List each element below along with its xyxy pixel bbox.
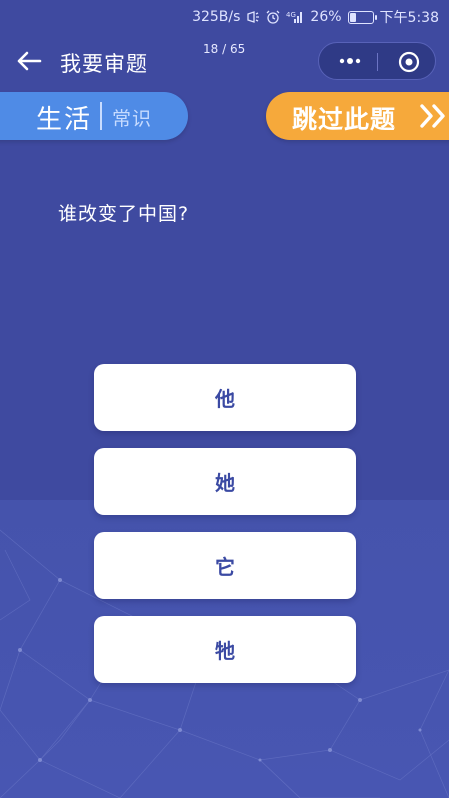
category-main: 生活 [36, 105, 93, 135]
back-arrow-icon[interactable] [16, 50, 42, 72]
clock: 下午5:38 [379, 10, 439, 26]
skip-question-button[interactable]: 跳过此题 [266, 92, 449, 140]
answer-option-1[interactable]: 他 [94, 364, 356, 431]
answer-option-4[interactable]: 牠 [94, 616, 356, 683]
close-target-icon[interactable] [397, 50, 421, 74]
battery-icon [347, 10, 377, 24]
more-icon[interactable] [337, 52, 363, 70]
answer-option-3[interactable]: 它 [94, 532, 356, 599]
category-sub: 常识 [112, 108, 153, 130]
answer-list: 他 她 它 牠 [94, 364, 356, 700]
page-title: 我要审题 [60, 52, 148, 76]
alarm-icon [266, 10, 280, 24]
capsule-divider [377, 53, 378, 71]
status-bar: 325B/s 4G 26% 下午5:38 [0, 0, 449, 34]
battery-percent: 26% [310, 9, 342, 25]
signal-icon: 4G [286, 10, 304, 24]
category-divider [100, 102, 102, 130]
svg-text:4G: 4G [286, 11, 296, 19]
mini-program-capsule [318, 42, 436, 80]
network-speed: 325B/s [192, 9, 241, 25]
answer-option-2[interactable]: 她 [94, 448, 356, 515]
skip-label: 跳过此题 [292, 105, 397, 134]
header: 我要审题 18 / 65 [0, 38, 449, 84]
question-progress: 18 / 65 [203, 42, 246, 56]
vibrate-icon [246, 10, 260, 24]
question-text: 谁改变了中国? [58, 203, 190, 225]
category-badge: 生活 常识 [0, 92, 188, 140]
double-chevron-right-icon [418, 102, 449, 130]
